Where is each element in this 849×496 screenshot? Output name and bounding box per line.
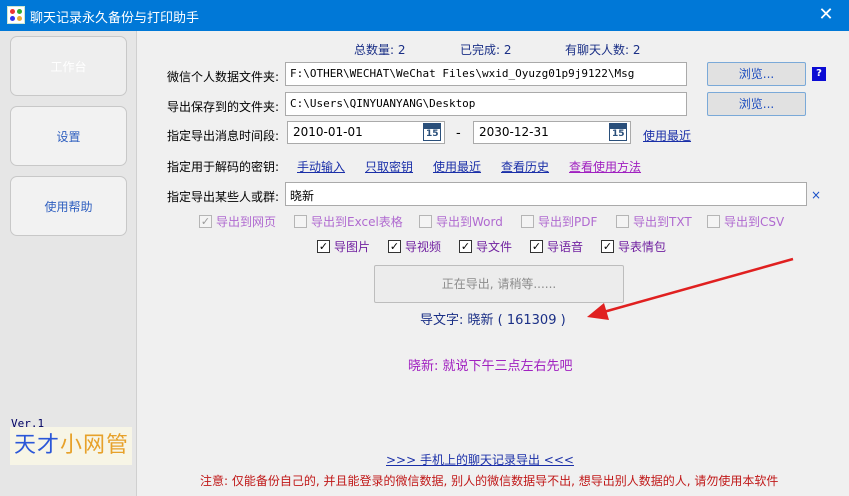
annotation-arrow: [587, 257, 794, 320]
mobile-export-link[interactable]: >>> 手机上的聊天记录导出 <<<: [386, 451, 574, 468]
notice-text: 注意: 仅能备份自己的, 并且能登录的微信数据, 别人的微信数据导不出, 想导出…: [200, 474, 779, 488]
